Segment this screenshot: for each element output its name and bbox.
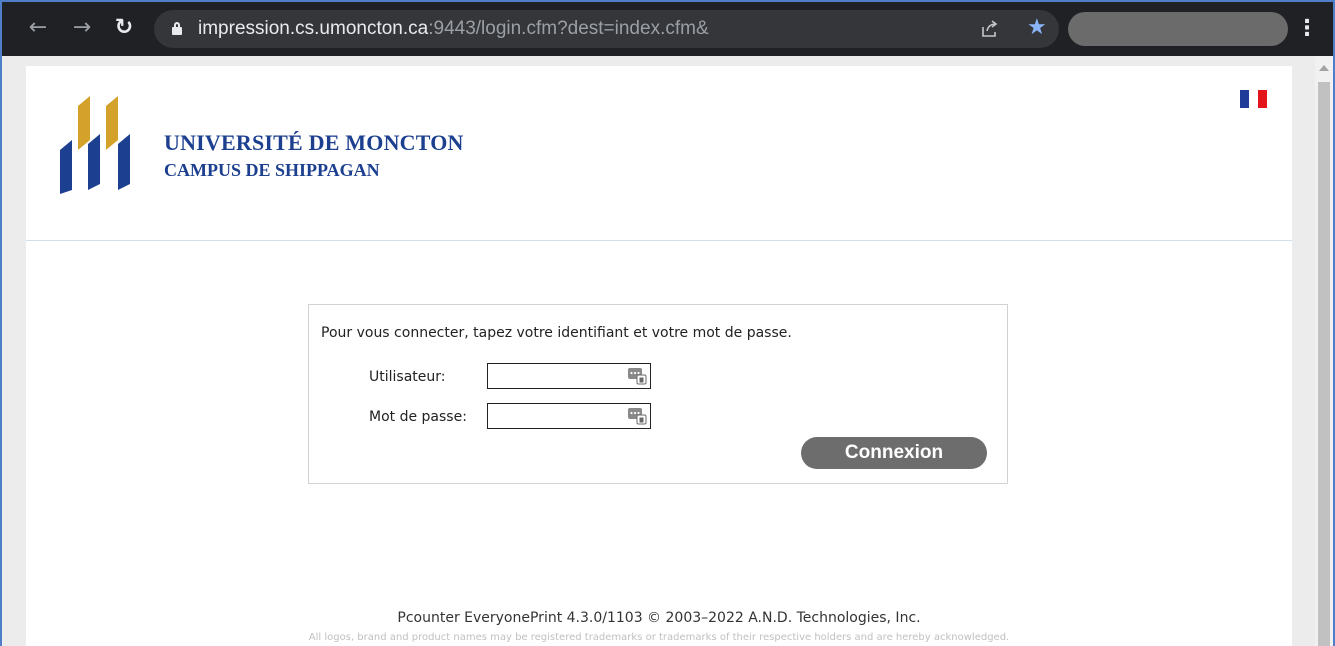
university-logo [60,96,130,194]
password-label: Mot de passe: [369,409,467,425]
scroll-up-arrow-icon[interactable] [1319,65,1329,71]
back-arrow-icon[interactable]: ← [22,12,54,44]
url-host: impression.cs.umoncton.ca [198,18,429,39]
footer-copyright: Pcounter EveryonePrint 4.3.0/1103 © 2003… [397,610,921,626]
browser-toolbar: ← → ↻ impression.cs.umoncton.ca:9443/log… [2,2,1333,56]
campus-name: CAMPUS DE SHIPPAGAN [164,160,380,180]
profile-chip[interactable] [1068,12,1288,46]
share-icon[interactable] [980,19,1000,39]
login-instruction: Pour vous connecter, tapez votre identif… [321,325,792,341]
lock-icon[interactable] [172,22,182,35]
connexion-button[interactable]: Connexion [801,437,987,469]
password-manager-icon[interactable] [627,407,647,425]
url-text[interactable]: impression.cs.umoncton.ca:9443/login.cfm… [198,10,709,48]
url-path: :9443/login.cfm?dest=index.cfm& [428,18,709,39]
forward-arrow-icon[interactable]: → [66,12,98,44]
password-input[interactable] [488,404,632,428]
footer-trademarks: All logos, brand and product names may b… [308,632,1010,643]
page-viewport: UNIVERSITÉ DE MONCTON CAMPUS DE SHIPPAGA… [2,56,1315,646]
address-bar[interactable]: impression.cs.umoncton.ca:9443/login.cfm… [154,10,1059,48]
star-icon[interactable]: ★ [1027,14,1047,42]
password-manager-icon[interactable] [627,367,647,385]
username-field[interactable] [487,363,651,389]
username-label: Utilisateur: [369,369,446,385]
login-panel: Pour vous connecter, tapez votre identif… [308,304,1008,484]
username-input[interactable] [488,364,632,388]
header-divider [26,240,1292,241]
scroll-thumb[interactable] [1318,82,1330,646]
vertical-scrollbar[interactable] [1315,56,1333,646]
password-field[interactable] [487,403,651,429]
reload-icon[interactable]: ↻ [108,12,140,44]
flag-france-icon[interactable] [1240,90,1268,108]
page-content: UNIVERSITÉ DE MONCTON CAMPUS DE SHIPPAGA… [26,66,1292,646]
kebab-menu-icon[interactable]: ⋮ [1296,12,1318,46]
university-name: UNIVERSITÉ DE MONCTON [164,130,464,155]
